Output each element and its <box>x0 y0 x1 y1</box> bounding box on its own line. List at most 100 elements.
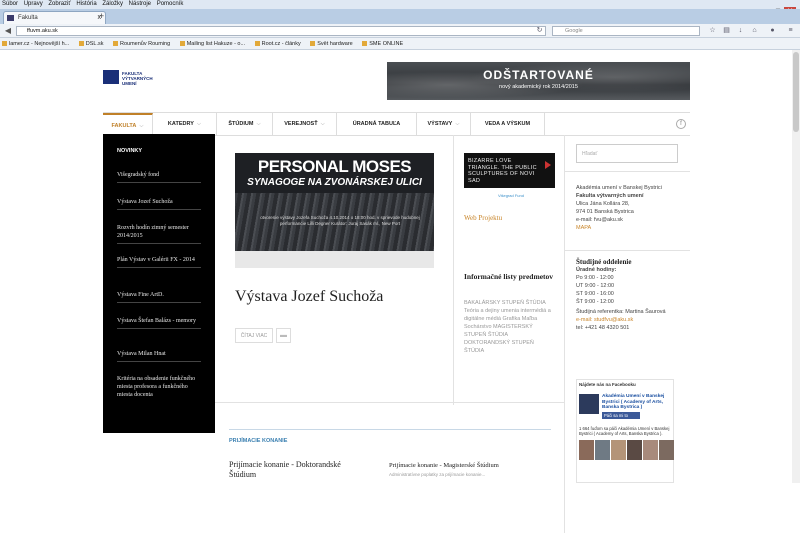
sidebar-item[interactable]: Výstava Štefan Balázs - memory <box>117 317 201 329</box>
divider <box>565 250 690 251</box>
fan-avatar[interactable] <box>611 440 626 460</box>
sidebar-item[interactable]: Výstava Jozef Suchoža <box>117 198 201 210</box>
facebook-widget: Nájdete nás na Facebooku Akadémia Umení … <box>576 379 674 483</box>
folder-icon <box>2 41 7 46</box>
bookmark-item[interactable]: lamer.cz - Nejnovější h... <box>2 38 70 49</box>
sidebar-item[interactable]: Višegradský fond <box>117 171 201 183</box>
menu-view[interactable]: Zobraziť <box>48 1 70 7</box>
news-sidebar: NOVINKY Višegradský fond Výstava Jozef S… <box>103 134 215 433</box>
address-line: 974 01 Banská Bystrica <box>576 209 634 215</box>
bookmark-star-icon[interactable]: ☆ <box>708 26 717 36</box>
menu-edit[interactable]: Úpravy <box>24 1 43 7</box>
facebook-like-button[interactable]: Páči sa mi to <box>602 412 640 419</box>
bookmark-label: Mailing list Hakuze - o... <box>186 41 246 47</box>
bookmarks-list-icon[interactable]: ▤ <box>722 26 731 36</box>
office-hours-row: Po 9:00 - 12:00 <box>576 275 614 281</box>
featured-poster[interactable]: PERSONAL MOSES SYNAGOGE NA ZVONÁRSKEJ UL… <box>235 153 434 268</box>
poster-subtitle: SYNAGOGE NA ZVONÁRSKEJ ULICI <box>247 177 422 188</box>
header-banner[interactable]: ODŠTARTOVANÉ nový akademický rok 2014/20… <box>387 62 690 100</box>
nav-label: VÝSTAVY <box>427 121 453 127</box>
folder-icon <box>254 41 260 46</box>
bookmark-item[interactable]: Roumenův Rouming <box>113 38 171 49</box>
bookmark-label: Roumenův Rouming <box>120 41 171 47</box>
project-promo-banner[interactable]: BIZARRE LOVE TRIANGLE. THE PUBLIC SCULPT… <box>464 153 555 188</box>
sidebar-item[interactable]: Plán Výstav v Galérii FX - 2014 <box>117 256 201 268</box>
logo-text: FAKULTA VÝTVARNÝCH UMENÍ <box>122 71 167 86</box>
sidebar-item[interactable]: Výstava Fine ArtD. <box>117 291 201 303</box>
page-scrollbar[interactable] <box>792 50 800 483</box>
bookmark-item[interactable]: Svět hardware <box>310 38 353 49</box>
chevron-down-icon: ⌵ <box>320 121 325 127</box>
menu-tools[interactable]: Nástroje <box>129 1 151 7</box>
admissions-masters-link[interactable]: Prijímacie konanie - Magisterské Štúdium <box>389 462 549 469</box>
faculty-logo[interactable]: FAKULTA VÝTVARNÝCH UMENÍ <box>103 70 163 90</box>
fan-avatar[interactable] <box>659 440 674 460</box>
fan-avatar[interactable] <box>627 440 642 460</box>
visegrad-fund-link[interactable]: Višegrad Fund <box>498 193 524 198</box>
bookmark-item[interactable]: SME ONLINE <box>362 38 403 49</box>
nav-veda-vyskum[interactable]: VEDA A VÝSKUM <box>471 113 545 136</box>
back-icon[interactable]: ◀ <box>3 26 13 36</box>
home-icon[interactable]: ⌂ <box>750 26 759 36</box>
sidebar-item[interactable]: Kritéria na obsadenie funkčného miesta p… <box>117 375 201 402</box>
hamburger-menu-icon[interactable]: ≡ <box>786 26 795 36</box>
download-icon[interactable]: ↓ <box>736 26 745 36</box>
bookmark-item[interactable]: Mailing list Hakuze - o... <box>179 38 246 49</box>
poster-title: PERSONAL MOSES <box>257 157 412 176</box>
addon-icon[interactable]: ● <box>768 26 777 36</box>
article-title[interactable]: Výstava Jozef Suchoža <box>235 288 383 306</box>
web-projektu-link[interactable]: Web Projektu <box>464 214 502 222</box>
url-bar[interactable]: ffuvm.aku.sk <box>16 26 546 36</box>
fan-avatar[interactable] <box>643 440 658 460</box>
folder-icon <box>310 41 316 46</box>
navigation-toolbar: ◀ ffuvm.aku.sk ↻ Google ☆ ▤ ↓ ⌂ ● ≡ <box>0 24 800 38</box>
read-more-button[interactable]: ČÍTAJ VIAC <box>235 328 273 343</box>
facebook-icon[interactable]: f <box>676 119 686 129</box>
bookmark-item[interactable]: Root.cz - články <box>254 38 301 49</box>
email-link[interactable]: e-mail: fvu@aku.sk <box>576 216 686 224</box>
banner-subtitle: nový akademický rok 2014/2015 <box>499 84 578 90</box>
page-avatar[interactable] <box>579 394 599 414</box>
sidebar-item[interactable]: Rozvrh hodín zimný semester 2014/2015 <box>117 224 201 244</box>
facebook-page-name[interactable]: Akadémia Umení v Banskej Bystrici ( Acad… <box>602 394 672 411</box>
logo-mark-icon <box>103 70 119 84</box>
new-tab-button[interactable]: + <box>97 11 106 22</box>
fan-avatar[interactable] <box>579 440 594 460</box>
info-lists-body[interactable]: BAKALÁRSKY STUPEŇ ŠTÚDIA Teória a dejiny… <box>464 299 554 355</box>
folder-icon <box>113 41 119 46</box>
contact-address: Akadémia umení v Banskej Bystrici Fakult… <box>576 184 686 232</box>
comment-icon[interactable]: ▬ <box>276 328 291 343</box>
sidebar-item[interactable]: Výstava Milan Hnat <box>117 350 201 362</box>
search-input[interactable]: Google <box>552 26 700 36</box>
admissions-doctoral-link[interactable]: Prijímacie konanie - Doktorandské Štúdiu… <box>229 460 369 480</box>
nav-uradna-tabula[interactable]: ÚRADNÁ TABUĽA <box>337 113 417 136</box>
referent-text: Študijná referentka: Martina Šaurová <box>576 309 666 315</box>
menu-bookmarks[interactable]: Záložky <box>102 1 123 7</box>
info-lists-heading: Informačné listy predmetov <box>464 272 554 281</box>
promo-text: BIZARRE LOVE TRIANGLE. THE PUBLIC SCULPT… <box>468 158 537 184</box>
fan-faces <box>579 440 674 460</box>
reload-icon[interactable]: ↻ <box>535 26 544 36</box>
menu-help[interactable]: Pomocník <box>157 1 184 7</box>
menu-file[interactable]: Súbor <box>2 1 18 7</box>
nav-label: KATEDRY <box>167 121 194 127</box>
bookmarks-toolbar: lamer.cz - Nejnovější h... DSL.sk Roumen… <box>0 38 800 50</box>
nav-studium[interactable]: ŠTÚDIUM ⌵ <box>217 113 273 136</box>
bookmark-label: lamer.cz - Nejnovější h... <box>9 41 70 47</box>
nav-katedry[interactable]: KATEDRY ⌵ <box>153 113 217 136</box>
scrollbar-thumb[interactable] <box>793 52 799 132</box>
study-email-link[interactable]: e-mail: studfvu@aku.sk <box>576 316 686 324</box>
favicon-icon <box>7 15 14 21</box>
nav-fakulta[interactable]: FAKULTA ⌵ <box>103 113 153 136</box>
nav-label: ÚRADNÁ TABUĽA <box>352 121 401 127</box>
fan-avatar[interactable] <box>595 440 610 460</box>
site-search-input[interactable]: Hľadať <box>576 144 678 163</box>
nav-verejnost[interactable]: VEREJNOSŤ ⌵ <box>273 113 337 136</box>
nav-vystavy[interactable]: VÝSTAVY ⌵ <box>417 113 471 136</box>
nav-label: FAKULTA <box>111 123 137 129</box>
map-link[interactable]: MAPA <box>576 224 686 232</box>
menu-history[interactable]: História <box>76 1 96 7</box>
bookmark-item[interactable]: DSL.sk <box>78 38 103 49</box>
nav-label: ŠTÚDIUM <box>228 121 254 127</box>
tab-fakulta[interactable]: Fakulta x <box>3 11 106 24</box>
